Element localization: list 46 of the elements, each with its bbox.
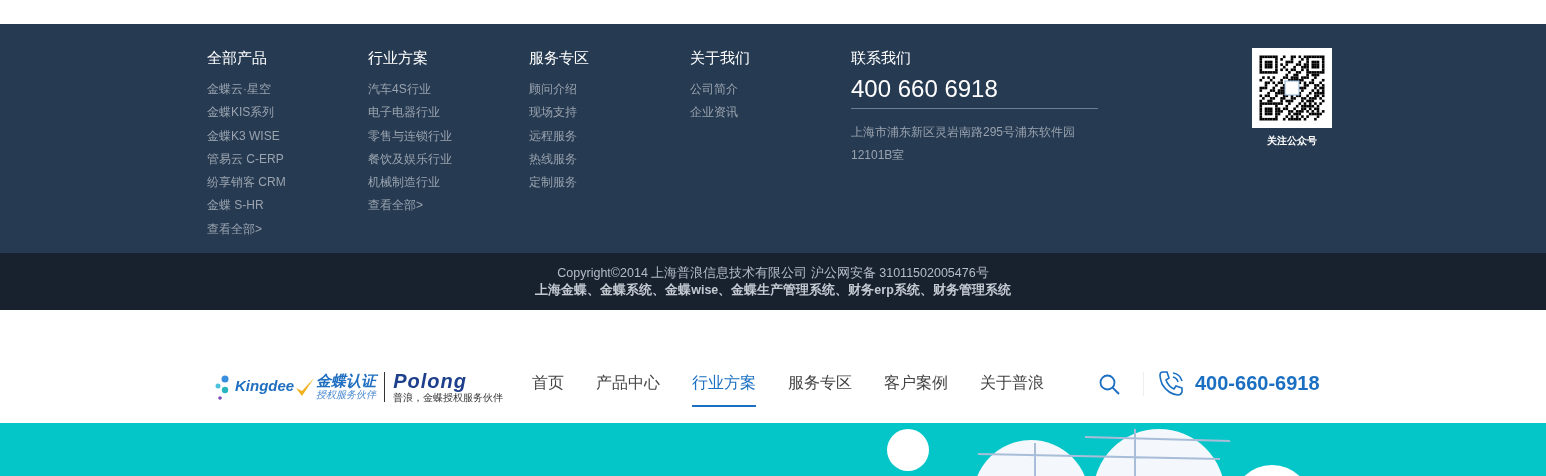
- footer-link[interactable]: 零售与连锁行业: [368, 124, 452, 148]
- keywords-text: 上海金蝶、金蝶系统、金蝶wise、金蝶生产管理系统、财务erp系统、财务管理系统: [534, 282, 1012, 299]
- footer-link[interactable]: 查看全部>: [368, 194, 423, 218]
- footer-link[interactable]: 金蝶KIS系列: [207, 101, 275, 125]
- footer-link[interactable]: 热线服务: [529, 147, 577, 172]
- footer-link[interactable]: 查看全部>: [207, 217, 262, 242]
- footer-link[interactable]: 餐饮及娱乐行业: [368, 147, 452, 172]
- phone-number: 400-660-6918: [1195, 372, 1320, 395]
- search-icon[interactable]: [1099, 374, 1120, 395]
- footer-link[interactable]: 电子电器行业: [368, 101, 440, 125]
- footer-link[interactable]: 顾问介绍: [529, 78, 577, 102]
- column-heading: 关于我们: [690, 48, 751, 68]
- qr-code-icon: [1252, 48, 1332, 128]
- address-text: 上海市浦东新区灵岩南路295号浦东软件园: [851, 124, 1077, 141]
- nav-tab[interactable]: 行业方案: [692, 344, 756, 423]
- phone-number: 400 660 6918: [851, 74, 1098, 109]
- partner-tagline: 普浪，金蝶授权服务伙伴: [393, 391, 504, 404]
- footer-link[interactable]: 机械制造行业: [368, 171, 440, 195]
- cert-subtitle: 授权服务伙伴: [316, 388, 377, 401]
- column-heading: 服务专区: [529, 48, 590, 68]
- footer-link[interactable]: 定制服务: [529, 171, 577, 195]
- footer-link[interactable]: 纷享销客 CRM: [207, 171, 286, 195]
- column-heading: 全部产品: [207, 48, 268, 68]
- partner-name: Polong: [393, 369, 468, 392]
- nav-tab[interactable]: 客户案例: [884, 344, 948, 423]
- address-text: 12101B室: [851, 147, 906, 164]
- phone-icon: [1158, 370, 1185, 397]
- column-heading: 联系我们: [851, 48, 912, 68]
- footer-link[interactable]: 汽车4S行业: [368, 78, 431, 102]
- cert-title: 金蝶认证: [316, 372, 377, 389]
- footer-link[interactable]: 管易云 C-ERP: [207, 147, 284, 172]
- footer-link[interactable]: 远程服务: [529, 124, 577, 148]
- nav-tab[interactable]: 服务专区: [788, 344, 852, 423]
- brand-name: Kingdee: [235, 377, 295, 394]
- column-heading: 行业方案: [368, 48, 429, 68]
- footer-link[interactable]: 企业资讯: [690, 101, 738, 125]
- footer-link[interactable]: 现场支持: [529, 101, 577, 125]
- nav-tab[interactable]: 产品中心: [596, 344, 660, 423]
- footer-link[interactable]: 金蝶K3 WISE: [207, 124, 280, 148]
- qr-caption: 关注公众号: [1267, 134, 1317, 148]
- nav-tab[interactable]: 首页: [532, 344, 564, 423]
- nav-tab[interactable]: 关于普浪: [980, 344, 1044, 423]
- footer-link[interactable]: 金蝶 S-HR: [207, 194, 264, 218]
- footer-link[interactable]: 公司简介: [690, 78, 738, 102]
- footer-link[interactable]: 金蝶云·星空: [207, 78, 271, 102]
- copyright-text: Copyright©2014 上海普浪信息技术有限公司 沪公网安备 31011502005476号: [556, 265, 990, 282]
